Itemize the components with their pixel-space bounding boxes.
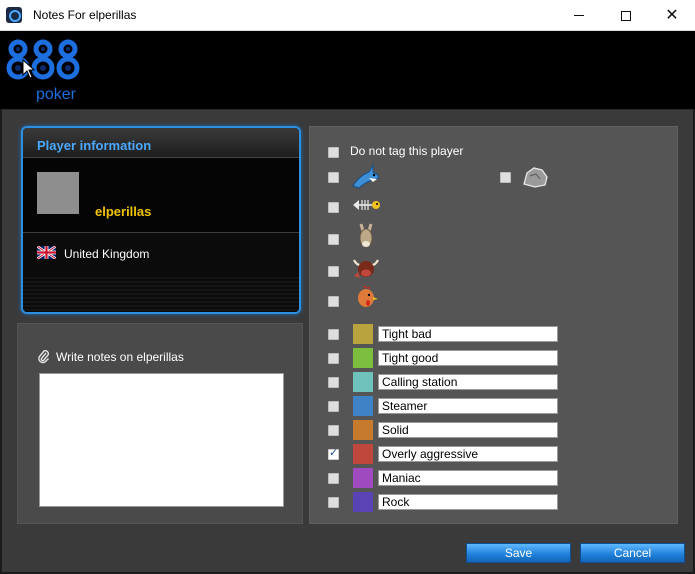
- player-info-title: Player information: [37, 138, 152, 153]
- color-tag-label-input[interactable]: [378, 422, 558, 438]
- chicken-icon: [358, 285, 378, 307]
- tags-panel: Do not tag this player: [309, 126, 678, 524]
- notes-panel: Write notes on elperillas: [17, 323, 303, 524]
- notes-dialog-body: Player information elperillas United Kin…: [2, 109, 693, 572]
- fish-icon: [353, 200, 380, 210]
- do-not-tag-label: Do not tag this player: [350, 144, 464, 158]
- maximize-icon: [621, 10, 631, 21]
- color-tag-swatch: [353, 468, 373, 488]
- color-tag-swatch: [353, 348, 373, 368]
- bull-tag-checkbox[interactable]: [328, 266, 339, 277]
- color-tag-label-input[interactable]: [378, 470, 558, 486]
- logo-word: poker: [36, 86, 77, 102]
- player-info-card: Player information elperillas United Kin…: [21, 126, 301, 314]
- app-icon: [6, 7, 22, 23]
- window-title-bar: Notes For elperillas ✕: [0, 0, 695, 31]
- shark-tag-checkbox[interactable]: [328, 172, 339, 183]
- notes-label: Write notes on elperillas: [56, 350, 184, 364]
- save-button[interactable]: Save: [466, 543, 571, 563]
- header-bar: poker: [0, 31, 695, 109]
- notes-textarea[interactable]: [39, 373, 284, 507]
- color-tag-checkbox[interactable]: [328, 425, 339, 436]
- player-info-body: elperillas: [23, 158, 299, 233]
- color-tag-checkbox[interactable]: [328, 353, 339, 364]
- country-row: United Kingdom: [23, 233, 299, 277]
- uk-flag-icon: [37, 246, 56, 259]
- player-info-header: Player information: [23, 128, 299, 158]
- avatar: [37, 172, 79, 214]
- color-tag-checkbox[interactable]: [328, 446, 339, 460]
- color-tag-checkbox[interactable]: [328, 473, 339, 484]
- close-icon: ✕: [665, 6, 679, 24]
- color-tag-label-input[interactable]: [378, 350, 558, 366]
- donkey-tag-checkbox[interactable]: [328, 234, 339, 245]
- card-footer: [23, 277, 299, 312]
- color-tag-swatch: [353, 492, 373, 512]
- color-tag-label-input[interactable]: [378, 374, 558, 390]
- color-tag-swatch: [353, 324, 373, 344]
- color-tag-swatch: [353, 444, 373, 464]
- minimize-icon: [574, 15, 584, 16]
- window-title: Notes For elperillas: [33, 8, 137, 22]
- color-tag-label-input[interactable]: [378, 398, 558, 414]
- 888poker-logo: poker: [6, 39, 80, 102]
- color-tag-label-input[interactable]: [378, 494, 558, 510]
- color-tag-checkbox[interactable]: [328, 401, 339, 412]
- color-tag-label-input[interactable]: [378, 446, 558, 462]
- minimize-button[interactable]: [556, 0, 602, 31]
- color-tag-swatch: [353, 396, 373, 416]
- maximize-button[interactable]: [603, 0, 649, 31]
- color-tag-label-input[interactable]: [378, 326, 558, 342]
- mouse-pointer-icon: [22, 59, 36, 79]
- color-tag-checkbox[interactable]: [328, 377, 339, 388]
- bull-icon: [353, 259, 379, 278]
- donkey-icon: [359, 223, 373, 248]
- chicken-tag-checkbox[interactable]: [328, 296, 339, 307]
- player-name: elperillas: [95, 204, 152, 219]
- notes-label-row: Write notes on elperillas: [38, 350, 184, 364]
- shark-icon: [352, 164, 380, 189]
- rock-tag-checkbox[interactable]: [500, 172, 511, 183]
- fish-tag-checkbox[interactable]: [328, 202, 339, 213]
- do-not-tag-checkbox[interactable]: [328, 147, 339, 158]
- country-name: United Kingdom: [64, 247, 150, 261]
- close-button[interactable]: ✕: [649, 0, 695, 31]
- color-tag-swatch: [353, 420, 373, 440]
- color-tag-checkbox[interactable]: [328, 329, 339, 340]
- left-column: Player information elperillas United Kin…: [17, 126, 303, 524]
- color-tag-checkbox[interactable]: [328, 497, 339, 508]
- cancel-button[interactable]: Cancel: [580, 543, 685, 563]
- paperclip-icon: [38, 350, 49, 364]
- color-tag-swatch: [353, 372, 373, 392]
- rock-icon: [523, 167, 548, 188]
